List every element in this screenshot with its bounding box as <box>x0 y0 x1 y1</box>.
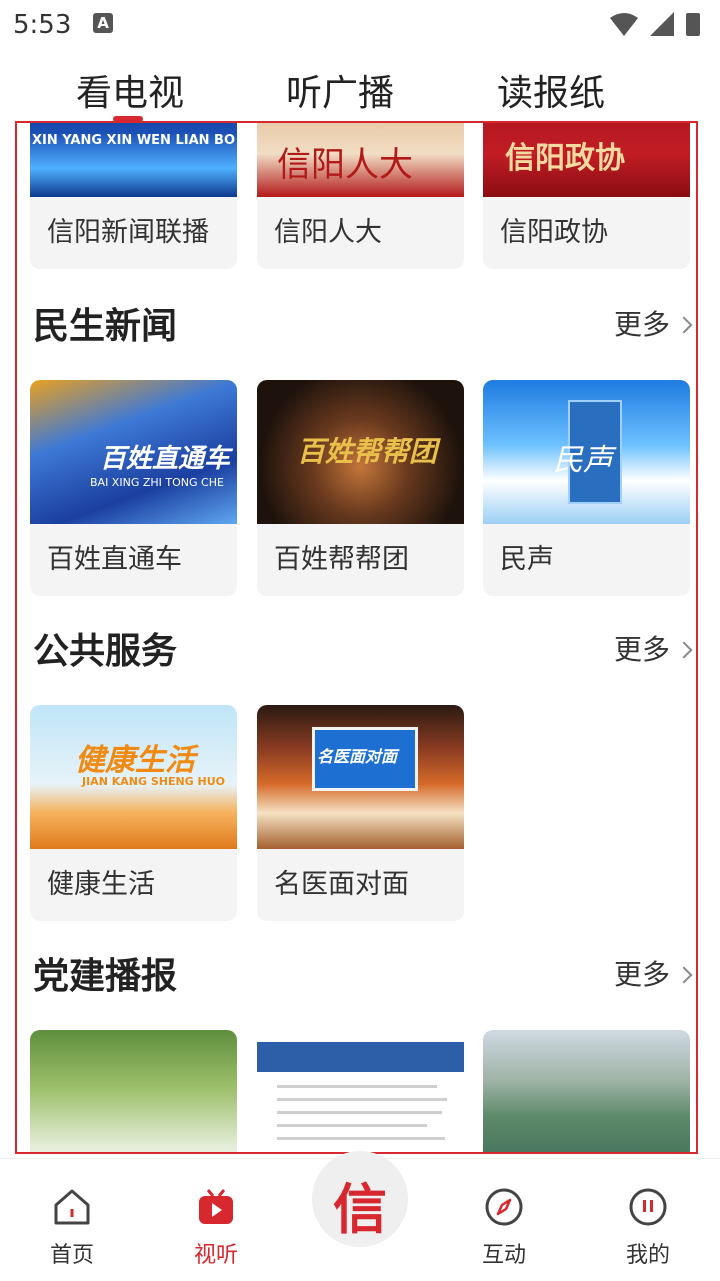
program-label: 民声 <box>500 544 554 575</box>
compass-icon <box>485 1188 523 1226</box>
program-thumbnail: XIN YANG XIN WEN LIAN BO <box>30 123 237 197</box>
program-label: 百姓直通车 <box>47 544 182 575</box>
program-card-baixing[interactable]: 百姓直通车 BAI XING ZHI TONG CHE 百姓直通车 <box>30 380 237 596</box>
xin-logo-icon: 信 <box>333 1178 387 1241</box>
content-scroll-area[interactable]: XIN YANG XIN WEN LIAN BO 信阳新闻联播 信阳人大 信阳人… <box>15 121 698 1154</box>
program-thumbnail <box>257 1030 464 1152</box>
battery-icon <box>686 13 700 36</box>
more-label: 更多 <box>613 633 670 666</box>
program-card-bangbangtuan[interactable]: 百姓帮帮团 百姓帮帮团 <box>257 380 464 596</box>
chevron-right-icon <box>675 316 693 334</box>
home-icon <box>54 1189 90 1225</box>
nav-home-label: 首页 <box>49 1243 94 1268</box>
program-card-minsheng[interactable]: 民声 民声 <box>483 380 690 596</box>
program-label: 百姓帮帮团 <box>274 544 409 575</box>
wifi-icon <box>610 13 638 36</box>
more-label: 更多 <box>613 308 670 341</box>
notification-a-icon: A <box>93 13 113 33</box>
tv-icon <box>199 1189 233 1224</box>
program-thumbnail: 百姓直通车 BAI XING ZHI TONG CHE <box>30 380 237 524</box>
program-card-renda[interactable]: 信阳人大 信阳人大 <box>257 123 464 269</box>
program-card-mingyi[interactable]: 名医面对面 名医面对面 <box>257 705 464 921</box>
more-link-minsheng[interactable]: 更多 <box>613 303 693 343</box>
section-title-gonggong: 公共服务 <box>33 631 178 672</box>
program-card-dangjian-3[interactable] <box>483 1030 690 1152</box>
more-label: 更多 <box>613 958 670 991</box>
program-card-dangjian-1[interactable] <box>30 1030 237 1152</box>
nav-mine[interactable]: 我的 <box>603 1187 693 1269</box>
nav-hudong-label: 互动 <box>481 1243 526 1268</box>
nav-mine-label: 我的 <box>625 1243 670 1268</box>
program-thumbnail: 百姓帮帮团 <box>257 380 464 524</box>
nav-shiting-label: 视听 <box>193 1243 238 1268</box>
nav-shiting[interactable]: 视听 <box>171 1187 261 1269</box>
top-tab-bar: 看电视 听广播 读报纸 <box>0 60 720 122</box>
section-title-dangjian: 党建播报 <box>33 956 178 997</box>
program-card-dangjian-2[interactable] <box>257 1030 464 1152</box>
program-label: 信阳政协 <box>500 217 608 248</box>
program-label: 信阳新闻联播 <box>47 217 209 248</box>
program-label: 健康生活 <box>47 869 155 900</box>
user-icon <box>629 1188 667 1226</box>
chevron-right-icon <box>675 641 693 659</box>
more-link-dangjian[interactable]: 更多 <box>613 953 693 993</box>
program-thumbnail: 健康生活 JIAN KANG SHENG HUO <box>30 705 237 849</box>
program-thumbnail <box>30 1030 237 1152</box>
bottom-nav: 首页 视听 信 互动 我的 <box>0 1151 720 1281</box>
program-card-xinyang-news[interactable]: XIN YANG XIN WEN LIAN BO 信阳新闻联播 <box>30 123 237 269</box>
program-thumbnail: 名医面对面 <box>257 705 464 849</box>
center-logo-button[interactable]: 信 <box>312 1151 408 1247</box>
chevron-right-icon <box>675 966 693 984</box>
program-card-zhengxie[interactable]: 信阳政协 信阳政协 <box>483 123 690 269</box>
nav-home[interactable]: 首页 <box>27 1187 117 1269</box>
program-thumbnail: 信阳政协 <box>483 123 690 197</box>
tab-radio[interactable]: 听广播 <box>286 64 394 116</box>
program-label: 信阳人大 <box>274 217 382 248</box>
status-time: 5:53 <box>13 10 72 40</box>
program-label: 名医面对面 <box>274 869 409 900</box>
program-thumbnail: 信阳人大 <box>257 123 464 197</box>
section-title-minsheng: 民生新闻 <box>33 306 178 347</box>
status-bar: 5:53 A <box>0 0 720 50</box>
program-thumbnail <box>483 1030 690 1152</box>
program-thumbnail: 民声 <box>483 380 690 524</box>
nav-hudong[interactable]: 互动 <box>459 1187 549 1269</box>
tab-tv[interactable]: 看电视 <box>76 64 184 116</box>
more-link-gonggong[interactable]: 更多 <box>613 628 693 668</box>
program-card-jiankang[interactable]: 健康生活 JIAN KANG SHENG HUO 健康生活 <box>30 705 237 921</box>
system-status-icons <box>610 12 700 36</box>
tab-newspaper[interactable]: 读报纸 <box>497 64 605 116</box>
cell-signal-icon <box>650 12 674 36</box>
